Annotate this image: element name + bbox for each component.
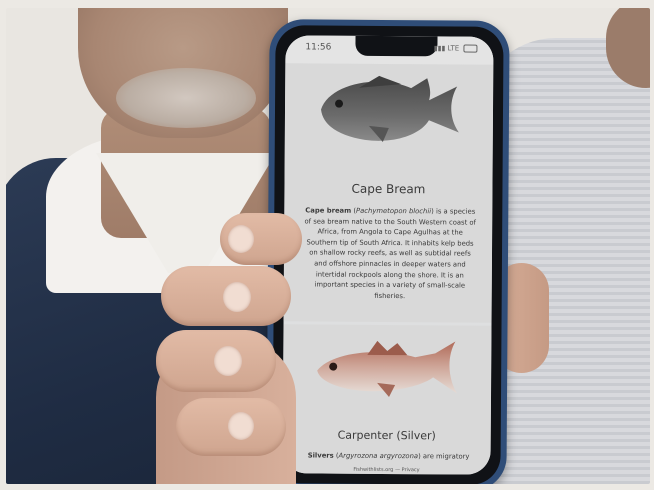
left-person-beard: [116, 68, 256, 128]
little-finger: [176, 398, 286, 456]
little-fingernail: [228, 412, 254, 440]
fish-entry-carpenter-silver[interactable]: Carpenter (Silver) Silvers (Argyrozona a…: [282, 324, 492, 475]
smartphone: 11:56 ▮▮▮ LTE Cape Bream Cape bream (Pac…: [266, 19, 510, 484]
fish-description-text: are migratory: [422, 452, 470, 461]
middle-finger: [161, 266, 291, 326]
phone-bezel: 11:56 ▮▮▮ LTE Cape Bream Cape bream (Pac…: [272, 25, 504, 484]
status-indicators: ▮▮▮ LTE: [433, 44, 478, 53]
index-fingernail: [228, 225, 254, 253]
signal-icon: ▮▮▮: [433, 44, 446, 53]
fish-title: Cape Bream: [351, 181, 426, 197]
fish-entry-cape-bream[interactable]: Cape Bream Cape bream (Pachymetopon bloc…: [283, 63, 494, 323]
page-footer: Fishwithlists.org — Privacy: [282, 466, 490, 473]
status-bar: 11:56 ▮▮▮ LTE: [285, 35, 494, 65]
ring-fingernail: [214, 346, 242, 376]
status-time: 11:56: [305, 42, 332, 53]
phone-notch: [355, 35, 438, 57]
fish-title: Carpenter (Silver): [337, 428, 436, 443]
middle-fingernail: [223, 282, 251, 312]
cape-bream-fish-illustration-icon: [321, 75, 459, 142]
photo: 11:56 ▮▮▮ LTE Cape Bream Cape bream (Pac…: [6, 8, 650, 484]
battery-icon: [463, 44, 478, 53]
phone-screen: 11:56 ▮▮▮ LTE Cape Bream Cape bream (Pac…: [282, 35, 494, 475]
fish-scientific-name: Argyrozona argyrozona: [338, 451, 419, 461]
fish-description: Silvers (Argyrozona argyrozona) are migr…: [307, 451, 470, 461]
index-finger: [220, 213, 302, 265]
network-label: LTE: [447, 44, 460, 53]
footer-privacy-link[interactable]: Privacy: [402, 467, 420, 473]
footer-separator: —: [394, 467, 400, 474]
fish-description: Cape bream (Pachymetopon blochii) is a s…: [304, 206, 476, 300]
fish-common-name: Cape bream: [305, 206, 352, 215]
fish-scientific-name: Pachymetopon blochii: [356, 206, 432, 216]
ring-finger: [156, 330, 276, 392]
footer-site-link[interactable]: Fishwithlists.org: [353, 467, 393, 473]
fish-description-text: is a species of sea bream native to the …: [304, 207, 476, 300]
fish-common-name: Silvers: [307, 451, 334, 460]
carpenter-silver-fish-illustration-icon: [317, 340, 458, 398]
